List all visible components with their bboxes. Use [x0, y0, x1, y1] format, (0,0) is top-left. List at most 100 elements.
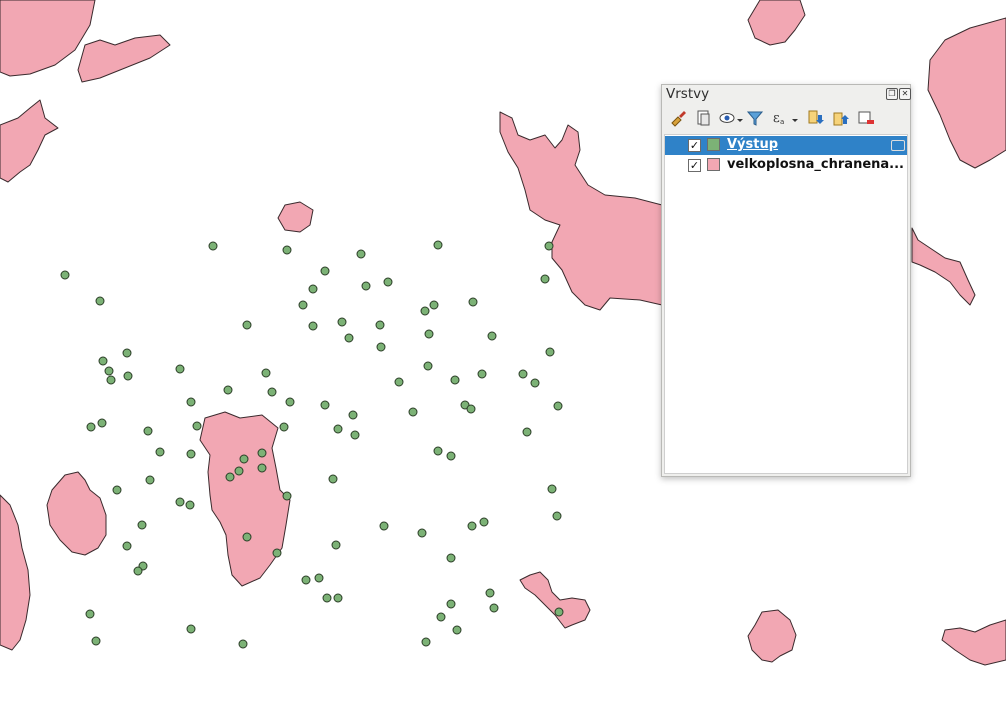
- output-point: [282, 491, 292, 501]
- output-point: [133, 566, 143, 576]
- layer-row-vystup[interactable]: ✓ Výstup: [665, 136, 907, 155]
- output-point: [485, 588, 495, 598]
- output-point: [95, 296, 105, 306]
- output-point: [522, 427, 532, 437]
- output-point: [379, 521, 389, 531]
- add-group-icon[interactable]: [692, 107, 714, 129]
- protected-area-polygon: [911, 227, 976, 306]
- filter-icon[interactable]: [744, 107, 766, 129]
- output-point: [242, 532, 252, 542]
- output-point: [104, 366, 114, 376]
- output-point: [112, 485, 122, 495]
- output-point: [225, 472, 235, 482]
- layer-symbol: [707, 158, 720, 171]
- output-point: [477, 369, 487, 379]
- output-point: [344, 333, 354, 343]
- protected-area-polygon: [747, 0, 806, 46]
- output-point: [333, 593, 343, 603]
- output-point: [279, 422, 289, 432]
- output-point: [356, 249, 366, 259]
- output-point: [331, 540, 341, 550]
- output-point: [554, 607, 564, 617]
- output-point: [361, 281, 371, 291]
- output-point: [433, 240, 443, 250]
- output-point: [301, 575, 311, 585]
- output-point: [242, 320, 252, 330]
- protected-area-polygon: [199, 411, 291, 587]
- output-point: [272, 548, 282, 558]
- layer-row-velkoplosna[interactable]: ✓ velkoplosna_chranena...: [665, 156, 907, 175]
- output-point: [417, 528, 427, 538]
- output-point: [383, 277, 393, 287]
- svg-text:a: a: [780, 118, 784, 126]
- output-point: [429, 300, 439, 310]
- output-point: [540, 274, 550, 284]
- layers-panel[interactable]: Vrstvy ❐ ✕ εa ✓ Výstup ✓ velkoplosna_chr…: [661, 84, 911, 477]
- float-icon[interactable]: ❐: [886, 88, 898, 100]
- output-point: [98, 356, 108, 366]
- layer-symbol: [707, 138, 720, 151]
- output-point: [408, 407, 418, 417]
- output-point: [145, 475, 155, 485]
- protected-area-polygon: [77, 34, 171, 83]
- output-point: [97, 418, 107, 428]
- style-brush-icon[interactable]: [667, 107, 689, 129]
- output-point: [234, 466, 244, 476]
- output-point: [175, 364, 185, 374]
- remove-layer-icon[interactable]: [855, 107, 877, 129]
- expand-all-icon[interactable]: [805, 107, 827, 129]
- layer-name: Výstup: [727, 137, 779, 152]
- layers-toolbar: εa: [664, 107, 908, 129]
- output-point: [239, 454, 249, 464]
- output-point: [308, 284, 318, 294]
- output-point: [143, 426, 153, 436]
- output-point: [421, 637, 431, 647]
- protected-area-polygon: [277, 201, 314, 233]
- output-point: [308, 321, 318, 331]
- output-point: [238, 639, 248, 649]
- output-point: [106, 375, 116, 385]
- output-point: [320, 266, 330, 276]
- output-point: [186, 624, 196, 634]
- output-point: [547, 484, 557, 494]
- output-point: [420, 306, 430, 316]
- output-point: [257, 463, 267, 473]
- output-point: [60, 270, 70, 280]
- output-point: [267, 387, 277, 397]
- layer-tree[interactable]: ✓ Výstup ✓ velkoplosna_chranena...: [664, 134, 908, 474]
- output-point: [376, 342, 386, 352]
- output-point: [91, 636, 101, 646]
- output-point: [489, 603, 499, 613]
- output-point: [285, 397, 295, 407]
- output-point: [446, 451, 456, 461]
- protected-area-polygon: [0, 99, 59, 183]
- output-point: [333, 424, 343, 434]
- output-point: [545, 347, 555, 357]
- output-point: [320, 400, 330, 410]
- layer-visibility-checkbox[interactable]: ✓: [688, 159, 701, 172]
- output-point: [208, 241, 218, 251]
- output-point: [467, 521, 477, 531]
- layer-visibility-checkbox[interactable]: ✓: [688, 139, 701, 152]
- collapse-all-icon[interactable]: [830, 107, 852, 129]
- output-point: [282, 245, 292, 255]
- output-point: [137, 520, 147, 530]
- protected-area-polygon: [927, 17, 1006, 169]
- output-point: [450, 375, 460, 385]
- output-point: [186, 449, 196, 459]
- protected-area-polygon: [519, 571, 591, 629]
- output-point: [85, 609, 95, 619]
- output-point: [553, 401, 563, 411]
- visibility-eye-icon[interactable]: [718, 107, 743, 129]
- panel-title: Vrstvy: [666, 86, 710, 102]
- protected-area-polygon: [747, 609, 797, 663]
- output-point: [328, 474, 338, 484]
- svg-text:ε: ε: [773, 111, 780, 126]
- expression-filter-icon[interactable]: εa: [770, 107, 798, 129]
- output-point: [337, 317, 347, 327]
- output-point: [298, 300, 308, 310]
- close-icon[interactable]: ✕: [899, 88, 911, 100]
- output-point: [452, 625, 462, 635]
- output-point: [487, 331, 497, 341]
- output-point: [185, 500, 195, 510]
